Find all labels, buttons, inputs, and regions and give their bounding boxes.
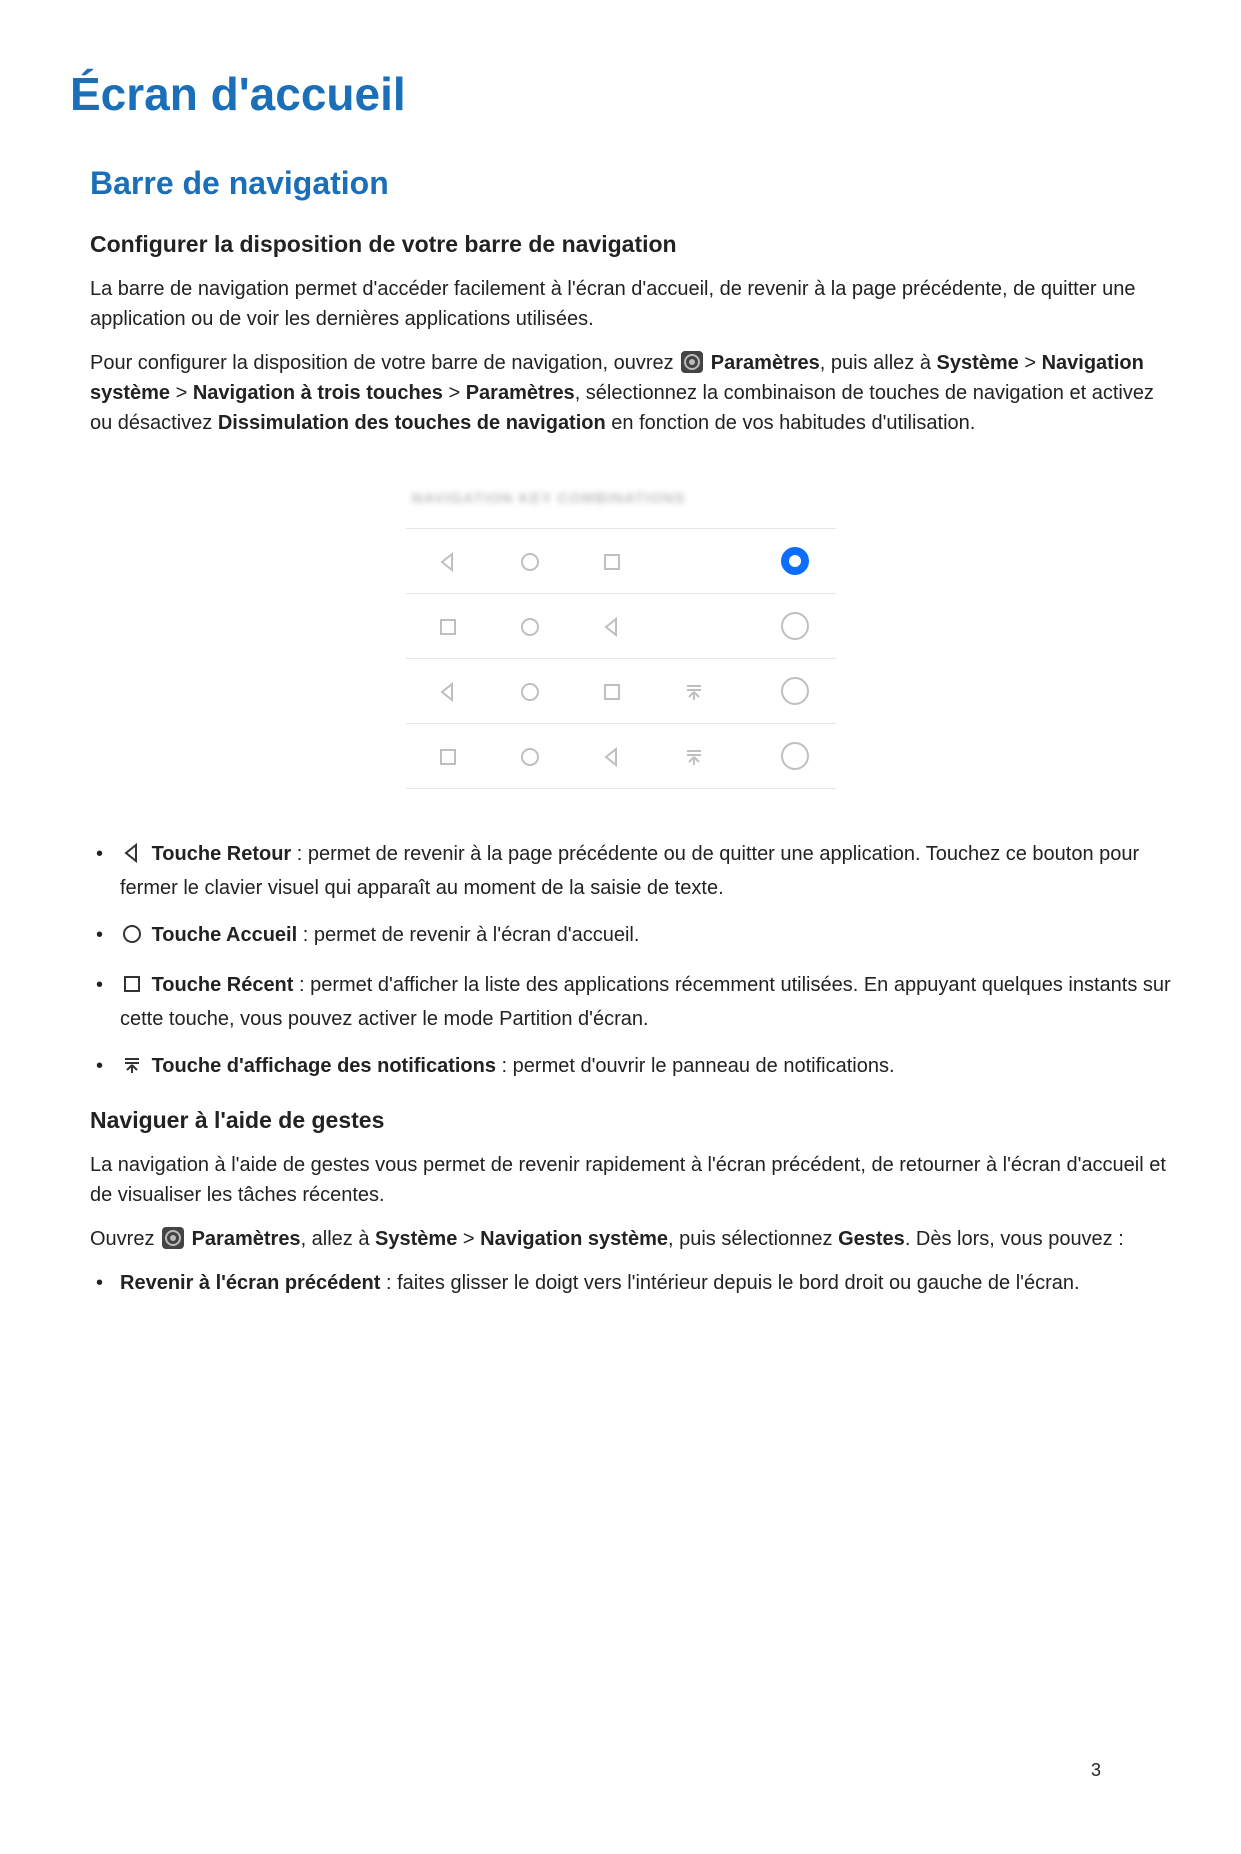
recent-icon	[406, 615, 488, 637]
nav-option-row-2[interactable]	[406, 593, 836, 658]
home-icon	[488, 680, 570, 702]
recent-icon	[570, 680, 652, 702]
gestures-intro: La navigation à l'aide de gestes vous pe…	[90, 1150, 1171, 1210]
notification-pull-icon	[120, 1053, 142, 1085]
configure-path: Pour configurer la disposition de votre …	[90, 348, 1171, 438]
figure-blurred-label: NAVIGATION KEY COMBINATIONS	[412, 488, 836, 511]
radio-unselected[interactable]	[781, 742, 809, 770]
list-item-home: Touche Accueil : permet de revenir à l'é…	[90, 920, 1171, 954]
recent-icon	[570, 550, 652, 572]
settings-app-icon	[681, 351, 703, 373]
page-title: Écran d'accueil	[70, 60, 1171, 129]
back-icon	[120, 841, 142, 873]
notification-pull-icon	[652, 745, 734, 767]
back-icon	[406, 680, 488, 702]
list-item-recent: Touche Récent : permet d'afficher la lis…	[90, 970, 1171, 1035]
list-item-notifications: Touche d'affichage des notifications : p…	[90, 1051, 1171, 1085]
nav-combinations-figure: NAVIGATION KEY COMBINATIONS	[406, 488, 836, 790]
home-icon	[488, 615, 570, 637]
configure-heading: Configurer la disposition de votre barre…	[90, 227, 1171, 262]
page-number: 3	[1091, 1757, 1101, 1784]
section-heading: Barre de navigation	[90, 159, 1171, 207]
back-icon	[570, 615, 652, 637]
nav-option-row-1[interactable]	[406, 528, 836, 593]
notification-pull-icon	[652, 680, 734, 702]
back-icon	[570, 745, 652, 767]
nav-buttons-list: Touche Retour : permet de revenir à la p…	[70, 839, 1171, 1085]
list-item-back: Touche Retour : permet de revenir à la p…	[90, 839, 1171, 904]
list-item-gesture-back: Revenir à l'écran précédent : faites gli…	[90, 1268, 1171, 1299]
radio-selected[interactable]	[781, 547, 809, 575]
gestures-heading: Naviguer à l'aide de gestes	[90, 1103, 1171, 1138]
configure-intro: La barre de navigation permet d'accéder …	[90, 274, 1171, 334]
recent-icon	[406, 745, 488, 767]
back-icon	[406, 550, 488, 572]
gestures-path: Ouvrez Paramètres, allez à Système > Nav…	[90, 1224, 1171, 1254]
nav-option-row-4[interactable]	[406, 723, 836, 789]
home-icon	[120, 922, 142, 954]
nav-option-row-3[interactable]	[406, 658, 836, 723]
home-icon	[488, 745, 570, 767]
home-icon	[488, 550, 570, 572]
recent-icon	[120, 972, 142, 1004]
radio-unselected[interactable]	[781, 677, 809, 705]
radio-unselected[interactable]	[781, 612, 809, 640]
settings-app-icon	[162, 1227, 184, 1249]
gestures-list: Revenir à l'écran précédent : faites gli…	[70, 1268, 1171, 1299]
